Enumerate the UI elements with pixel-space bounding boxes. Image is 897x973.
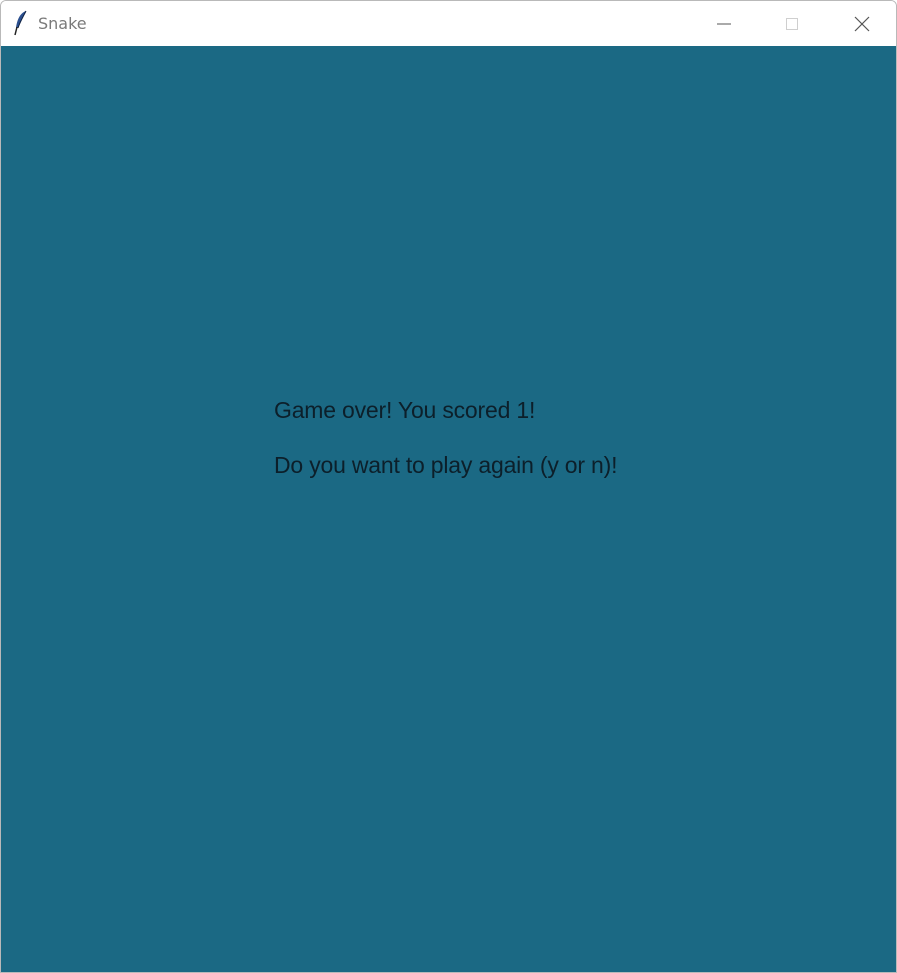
window-title: Snake [38,14,87,33]
title-bar[interactable]: Snake [1,1,896,46]
game-over-message: Game over! You scored 1! [274,397,536,423]
minimize-icon [717,23,731,24]
close-icon [854,16,870,31]
close-button[interactable] [829,1,895,46]
feather-icon [14,10,27,36]
play-again-prompt: Do you want to play again (y or n)! [274,452,618,478]
game-window: Snake Game over! You scored 1! Do you wa… [0,0,897,973]
game-canvas[interactable]: Game over! You scored 1! Do you want to … [1,46,896,972]
maximize-icon [786,17,798,30]
minimize-button[interactable] [691,1,757,46]
maximize-button[interactable] [759,1,825,46]
